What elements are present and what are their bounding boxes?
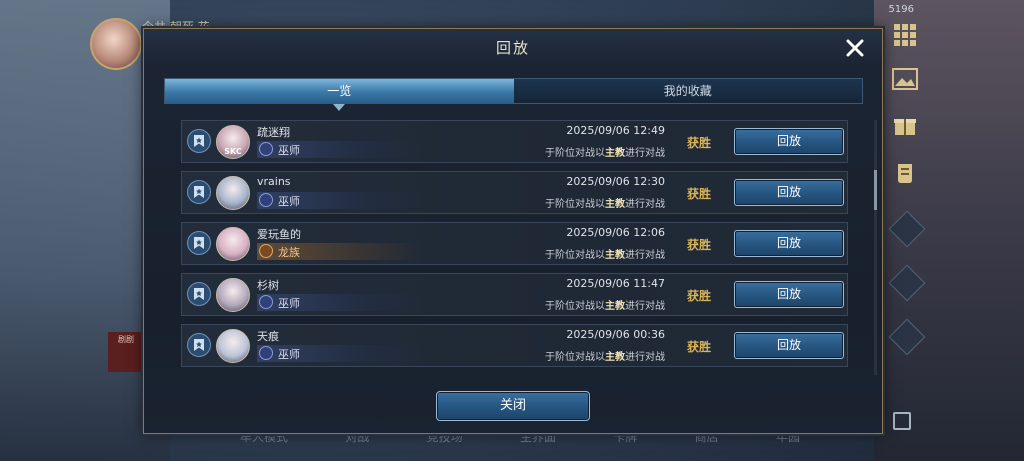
desc-prefix: 于阶位对战以 — [545, 352, 605, 363]
desc-suffix: 进行对战 — [625, 301, 665, 312]
desc-suffix: 进行对战 — [625, 199, 665, 210]
desc-class: 主教 — [605, 301, 625, 312]
mage-class-icon — [259, 295, 273, 309]
tab-favorites[interactable]: 我的收藏 — [513, 79, 862, 103]
class-bar: 巫师 — [257, 294, 422, 311]
class-bar: 巫师 — [257, 141, 422, 158]
opponent-name: 爱玩鱼的 — [257, 228, 301, 241]
scroll-thumb[interactable] — [874, 170, 877, 210]
class-name: 巫师 — [278, 348, 300, 361]
replay-row: 爱玩鱼的 龙族 2025/09/06 12:06 于阶位对战以主教进行对战 获胜… — [181, 222, 848, 265]
player-avatar — [90, 18, 142, 70]
match-description: 于阶位对战以主教进行对战 — [545, 348, 665, 363]
opponent-avatar — [216, 176, 250, 210]
desc-class: 主教 — [605, 352, 625, 363]
desc-class: 主教 — [605, 250, 625, 261]
fullscreen-icon — [893, 412, 911, 430]
class-name: 巫师 — [278, 195, 300, 208]
match-description: 于阶位对战以主教进行对战 — [545, 144, 665, 159]
favorite-icon[interactable] — [187, 282, 211, 306]
list-scrollbar[interactable] — [874, 120, 877, 375]
desc-prefix: 于阶位对战以 — [545, 301, 605, 312]
close-button[interactable]: 关闭 — [436, 391, 590, 421]
match-result: 获胜 — [687, 187, 712, 201]
class-bar: 巫师 — [257, 192, 422, 209]
match-time: 2025/09/06 11:47 — [566, 277, 665, 290]
opponent-avatar — [216, 278, 250, 312]
replay-list: SKC 疏迷翔 巫师 2025/09/06 12:49 于阶位对战以主教进行对战… — [181, 120, 848, 370]
replay-row: SKC 疏迷翔 巫师 2025/09/06 12:49 于阶位对战以主教进行对战… — [181, 120, 848, 163]
match-time: 2025/09/06 12:49 — [566, 124, 665, 137]
favorite-icon[interactable] — [187, 129, 211, 153]
class-name: 巫师 — [278, 144, 300, 157]
dialog-title: 回放 — [495, 39, 530, 57]
desc-class: 主教 — [605, 148, 625, 159]
event-tag: 剧剧 — [108, 332, 144, 372]
replay-button[interactable]: 回放 — [734, 128, 844, 155]
replay-button[interactable]: 回放 — [734, 230, 844, 257]
dialog-header: 回放 — [144, 29, 882, 67]
match-time: 2025/09/06 12:30 — [566, 175, 665, 188]
match-result: 获胜 — [687, 136, 712, 150]
desc-suffix: 进行对战 — [625, 148, 665, 159]
class-bar: 巫师 — [257, 345, 422, 362]
opponent-avatar: SKC — [216, 125, 250, 159]
tab-overview[interactable]: 一览 — [165, 79, 514, 111]
opponent-name: 杉树 — [257, 279, 279, 292]
opponent-name: vrains — [257, 175, 291, 188]
tab-bar: 一览 我的收藏 — [164, 78, 863, 111]
class-name: 龙族 — [278, 246, 300, 259]
class-bar: 龙族 — [257, 243, 422, 260]
scroll-icon — [888, 158, 922, 188]
favorite-icon[interactable] — [187, 333, 211, 357]
close-icon[interactable] — [844, 37, 866, 59]
match-description: 于阶位对战以主教进行对战 — [545, 246, 665, 261]
mage-class-icon — [259, 193, 273, 207]
desc-prefix: 于阶位对战以 — [545, 199, 605, 210]
desc-prefix: 于阶位对战以 — [545, 148, 605, 159]
replay-button[interactable]: 回放 — [734, 179, 844, 206]
opponent-name: 疏迷翔 — [257, 126, 290, 139]
gift-icon — [888, 110, 922, 140]
match-result: 获胜 — [687, 289, 712, 303]
gallery-icon — [888, 64, 922, 94]
mage-class-icon — [259, 346, 273, 360]
replay-dialog: 回放 一览 我的收藏 SKC 疏迷翔 巫师 2025/09/06 12:49 于… — [143, 28, 883, 434]
match-time: 2025/09/06 12:06 — [566, 226, 665, 239]
currency-counter: 5196 — [888, 4, 914, 15]
match-description: 于阶位对战以主教进行对战 — [545, 195, 665, 210]
desc-suffix: 进行对战 — [625, 250, 665, 261]
replay-button[interactable]: 回放 — [734, 332, 844, 359]
desc-prefix: 于阶位对战以 — [545, 250, 605, 261]
opponent-avatar — [216, 329, 250, 363]
desc-suffix: 进行对战 — [625, 352, 665, 363]
match-result: 获胜 — [687, 340, 712, 354]
replay-row: 天痕 巫师 2025/09/06 00:36 于阶位对战以主教进行对战 获胜 回… — [181, 324, 848, 367]
mage-class-icon — [259, 142, 273, 156]
match-time: 2025/09/06 00:36 — [566, 328, 665, 341]
replay-button[interactable]: 回放 — [734, 281, 844, 308]
replay-row: vrains 巫师 2025/09/06 12:30 于阶位对战以主教进行对战 … — [181, 171, 848, 214]
avatar-label: SKC — [224, 147, 242, 156]
desc-class: 主教 — [605, 199, 625, 210]
match-description: 于阶位对战以主教进行对战 — [545, 297, 665, 312]
class-name: 巫师 — [278, 297, 300, 310]
grid-menu-icon — [888, 20, 922, 50]
opponent-name: 天痕 — [257, 330, 279, 343]
favorite-icon[interactable] — [187, 180, 211, 204]
favorite-icon[interactable] — [187, 231, 211, 255]
opponent-avatar — [216, 227, 250, 261]
dragon-class-icon — [259, 244, 273, 258]
match-result: 获胜 — [687, 238, 712, 252]
replay-row: 杉树 巫师 2025/09/06 11:47 于阶位对战以主教进行对战 获胜 回… — [181, 273, 848, 316]
